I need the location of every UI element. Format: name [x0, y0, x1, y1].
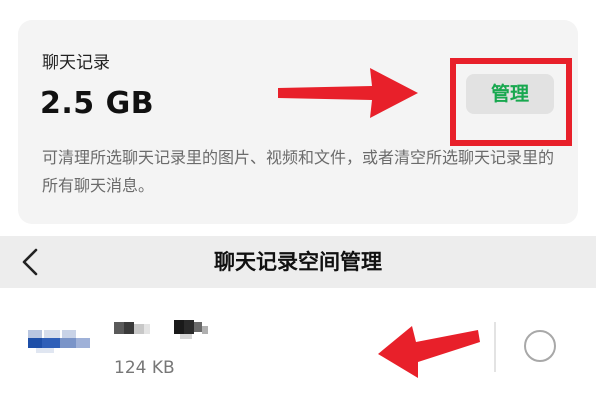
manage-highlight-box: [450, 58, 572, 146]
storage-summary-card: 聊天记录 2.5 GB 可清理所选聊天记录里的图片、视频和文件，或者清空所选聊天…: [18, 20, 578, 224]
chat-avatar-blurred: [26, 326, 92, 354]
chat-list-item[interactable]: 124 KB: [0, 296, 596, 400]
row-divider: [494, 322, 496, 372]
page-header: 聊天记录空间管理: [0, 236, 596, 288]
annotation-arrow-left-icon: [378, 326, 480, 378]
chat-name-blurred: [114, 320, 208, 339]
storage-card-title: 聊天记录: [42, 53, 110, 73]
storage-description: 可清理所选聊天记录里的图片、视频和文件，或者清空所选聊天记录里的所有聊天消息。: [42, 148, 555, 195]
select-radio[interactable]: [524, 330, 556, 362]
page-title: 聊天记录空间管理: [214, 250, 382, 274]
chat-item-size: 124 KB: [114, 358, 175, 378]
annotation-arrow-right-icon: [278, 68, 418, 118]
storage-size-value: 2.5 GB: [40, 86, 155, 121]
